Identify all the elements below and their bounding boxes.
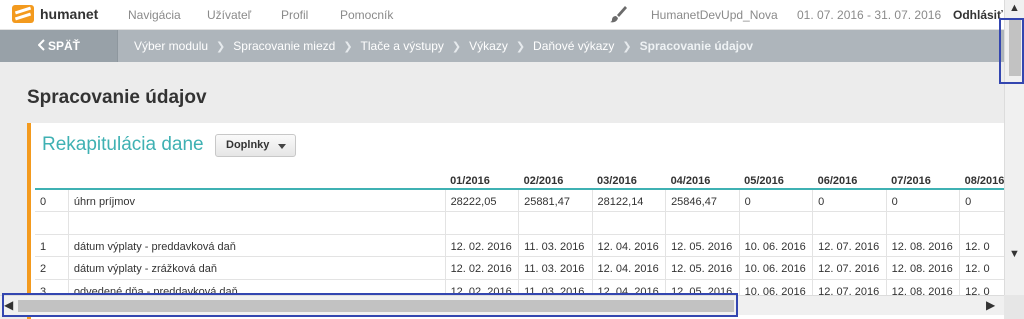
scroll-up-icon[interactable]: ▲ <box>1009 2 1020 14</box>
table-cell[interactable]: 12. 0 <box>959 256 1005 280</box>
table-cell[interactable]: 11. 03. 2016 <box>518 234 593 257</box>
nav-navigacia[interactable]: Navigácia <box>128 8 181 22</box>
column-header: 05/2016 <box>739 169 813 190</box>
table-cell: dátum výplaty - zrážková daň <box>68 256 446 280</box>
table-cell[interactable]: 28122,14 <box>592 189 667 212</box>
table-cell <box>35 211 69 235</box>
doplnky-dropdown[interactable]: Doplnky <box>215 134 297 157</box>
table-cell[interactable]: 12. 05. 2016 <box>665 234 740 257</box>
scrollbar-corner <box>1004 295 1024 319</box>
period-range[interactable]: 01. 07. 2016 - 31. 07. 2016 <box>797 8 941 22</box>
recap-table: 01/2016 02/2016 03/2016 04/2016 05/2016 … <box>35 169 1005 302</box>
table-cell[interactable]: 12. 05. 2016 <box>665 256 740 280</box>
column-header <box>68 169 446 190</box>
table-cell[interactable]: 25846,47 <box>665 189 740 212</box>
breadcrumb-tlace-a-vystupy[interactable]: Tlače a výstupy <box>361 39 444 53</box>
table-cell[interactable]: 12. 08. 2016 <box>886 234 961 257</box>
page-title: Spracovanie údajov <box>27 87 207 108</box>
table-cell[interactable]: 0 <box>886 189 961 212</box>
card-title: Rekapitulácia dane <box>42 134 204 155</box>
chevron-right-icon: ❯ <box>451 41 462 53</box>
table-cell[interactable]: 12. 08. 2016 <box>886 256 961 280</box>
nav-uzivatel[interactable]: Užívateľ <box>207 8 251 22</box>
table-row: 1 dátum výplaty - preddavková daň 12. 02… <box>35 234 1005 257</box>
table-cell <box>739 211 814 235</box>
table-cell[interactable]: 0 <box>959 189 1005 212</box>
column-header: 04/2016 <box>665 169 740 190</box>
table-cell: 1 <box>35 234 69 257</box>
recap-card: Rekapitulácia dane Doplnky 01/2016 02/20… <box>27 123 1005 319</box>
chevron-left-icon <box>38 39 45 51</box>
table-cell: 2 <box>35 256 69 280</box>
table-cell <box>812 211 887 235</box>
table-cell[interactable]: 12. 02. 2016 <box>445 256 520 280</box>
table-cell: dátum výplaty - preddavková daň <box>68 234 446 257</box>
table-cell[interactable]: 0 <box>739 189 814 212</box>
table-cell: 0 <box>35 189 69 212</box>
breadcrumb-spracovanie-miezd[interactable]: Spracovanie miezd <box>233 39 335 53</box>
horizontal-scroll-highlight <box>2 293 738 317</box>
table-cell[interactable]: 12. 04. 2016 <box>592 234 667 257</box>
table-cell <box>886 211 961 235</box>
table-cell[interactable]: 12. 04. 2016 <box>592 256 667 280</box>
breadcrumb: Výber modulu ❯ Spracovanie miezd ❯ Tlače a v… <box>134 39 753 53</box>
column-header: 06/2016 <box>812 169 887 190</box>
breadcrumb-bar: SPÄŤ Výber modulu ❯ Spracovanie miezd ❯ Tlač… <box>0 30 1004 62</box>
breadcrumb-spracovanie-udajov: Spracovanie údajov <box>639 39 754 53</box>
table-cell[interactable]: 12. 07. 2016 <box>812 256 887 280</box>
top-bar: humanet Navigácia Užívateľ Profil Pomocn… <box>0 0 1024 30</box>
table-cell[interactable]: 25881,47 <box>518 189 593 212</box>
table-cell: úhrn príjmov <box>68 189 446 212</box>
chevron-right-icon: ❯ <box>622 41 632 53</box>
scroll-right-icon[interactable]: ▶ <box>986 298 995 312</box>
breadcrumb-vykazy[interactable]: Výkazy <box>469 39 508 53</box>
caret-down-icon <box>278 144 287 149</box>
table-cell[interactable]: 11. 03. 2016 <box>518 256 593 280</box>
table-row <box>35 211 1005 235</box>
column-header: 08/2016 <box>959 169 1005 190</box>
table-cell[interactable]: 28222,05 <box>445 189 520 212</box>
chevron-right-icon: ❯ <box>343 41 353 53</box>
table-row: 0 úhrn príjmov 28222,05 25881,47 28122,1… <box>35 189 1005 212</box>
table-cell <box>959 211 1005 235</box>
table-cell <box>665 211 740 235</box>
brand-name: humanet <box>40 6 99 22</box>
logout-link[interactable]: Odhlásiť <box>953 8 1003 22</box>
back-button[interactable]: SPÄŤ <box>0 30 118 62</box>
nav-pomocnik[interactable]: Pomocník <box>340 8 393 22</box>
table-cell[interactable]: 10. 06. 2016 <box>739 234 814 257</box>
chevron-right-icon: ❯ <box>515 41 526 53</box>
environment-name[interactable]: HumanetDevUpd_Nova <box>651 8 778 22</box>
table-cell <box>518 211 593 235</box>
table-cell[interactable]: 12. 0 <box>959 234 1005 257</box>
table-cell <box>445 211 520 235</box>
table-row: 2 dátum výplaty - zrážková daň 12. 02. 2… <box>35 256 1005 280</box>
column-header <box>35 169 69 190</box>
column-header: 01/2016 <box>445 169 519 190</box>
vertical-scroll-highlight <box>999 18 1024 84</box>
table-cell[interactable]: 10. 06. 2016 <box>739 256 814 280</box>
nav-profil[interactable]: Profil <box>281 8 308 22</box>
table-header-row: 01/2016 02/2016 03/2016 04/2016 05/2016 … <box>35 169 1005 190</box>
scroll-down-icon[interactable]: ▼ <box>1009 248 1020 260</box>
column-header: 03/2016 <box>592 169 666 190</box>
table-cell[interactable]: 12. 07. 2016 <box>812 234 887 257</box>
table-cell[interactable]: 12. 02. 2016 <box>445 234 520 257</box>
dropdown-label: Doplnky <box>226 139 270 151</box>
table-cell[interactable]: 0 <box>812 189 887 212</box>
column-header: 07/2016 <box>886 169 960 190</box>
table-cell <box>68 211 446 235</box>
chevron-right-icon: ❯ <box>216 41 226 53</box>
breadcrumb-vyber-modulu[interactable]: Výber modulu <box>134 39 208 53</box>
humanet-logo[interactable]: humanet <box>12 5 98 23</box>
humanet-logo-icon <box>12 5 34 23</box>
column-header: 02/2016 <box>518 169 593 190</box>
breadcrumb-danove-vykazy[interactable]: Daňové výkazy <box>533 39 614 53</box>
back-label: SPÄŤ <box>48 39 81 53</box>
paint-brush-icon[interactable] <box>608 4 628 24</box>
table-cell <box>592 211 667 235</box>
